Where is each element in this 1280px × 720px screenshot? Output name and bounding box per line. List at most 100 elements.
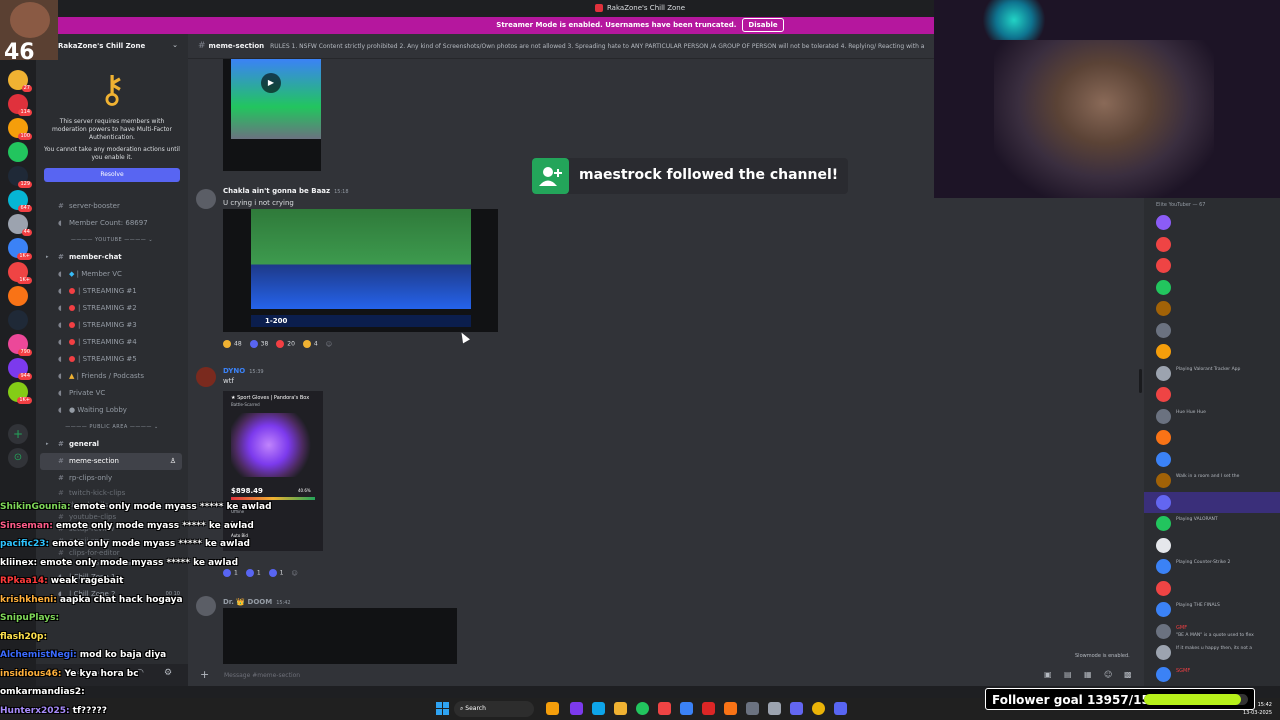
add-member-icon[interactable]: ♙ <box>170 453 176 470</box>
channel-rp-clips-only[interactable]: # rp-clips-only <box>36 470 188 487</box>
taskbar-app-icon[interactable] <box>680 702 693 715</box>
channel-member-count[interactable]: ◖ Member Count: 68697 <box>36 215 188 232</box>
category-public-area[interactable]: ———— PUBLIC AREA ———— ⌄ <box>36 419 188 436</box>
server-icon[interactable] <box>8 286 28 306</box>
server-icon[interactable]: 944 <box>8 358 32 380</box>
channel-waiting-lobby[interactable]: ◖ ● Waiting Lobby <box>36 402 188 419</box>
server-icon[interactable]: 790 <box>8 334 32 356</box>
member-item[interactable]: Hue Hue Hue <box>1144 406 1280 428</box>
member-item[interactable]: Playing VALORANT <box>1144 513 1280 535</box>
chrome-icon[interactable] <box>636 702 649 715</box>
server-icon[interactable]: 44 <box>8 214 32 236</box>
server-icon[interactable]: 647 <box>8 190 32 212</box>
message-author[interactable]: DYNO 15:39 <box>223 367 264 375</box>
reaction-chip[interactable]: 1 <box>268 569 283 577</box>
chrome-icon[interactable] <box>812 702 825 715</box>
channel-general[interactable]: ▸ # general <box>36 436 188 453</box>
member-item[interactable] <box>1144 427 1280 449</box>
channel-private-vc[interactable]: ◖ Private VC <box>36 385 188 402</box>
add-reaction-icon[interactable]: ☺ <box>291 570 297 577</box>
server-icon[interactable] <box>8 310 28 330</box>
channel-streaming-3[interactable]: ◖ | STREAMING #3 <box>36 317 188 334</box>
member-item[interactable] <box>1144 449 1280 471</box>
member-item[interactable]: Walk in a room and I set the <box>1144 470 1280 492</box>
member-item[interactable] <box>1144 491 1280 513</box>
server-icon[interactable]: 100 <box>8 118 32 140</box>
server-icon[interactable]: 1K+ <box>8 262 32 284</box>
channel-friends-podcasts[interactable]: ◖ ▲ | Friends / Podcasts <box>36 368 188 385</box>
gift-icon[interactable]: ▣ <box>1044 670 1052 679</box>
member-item[interactable]: Playing Counter-Strike 2 <box>1144 556 1280 578</box>
reaction-chip[interactable]: 1 <box>245 569 261 577</box>
video-embed[interactable] <box>223 608 457 664</box>
message-input[interactable]: Message #meme-section <box>224 672 300 679</box>
reaction-chip[interactable]: 20 <box>276 340 295 348</box>
taskbar-app-icon[interactable] <box>768 702 781 715</box>
brave-icon[interactable] <box>724 702 737 715</box>
channel-meme-section[interactable]: # meme-section ♙ <box>40 453 182 470</box>
apps-icon[interactable]: ▩ <box>1124 670 1132 679</box>
server-icon[interactable]: 114 <box>8 94 32 116</box>
member-item[interactable] <box>1144 298 1280 320</box>
gif-icon[interactable]: ▤ <box>1064 670 1072 679</box>
member-item[interactable] <box>1144 384 1280 406</box>
server-icon[interactable] <box>8 142 28 162</box>
member-item[interactable] <box>1144 212 1280 234</box>
server-icon[interactable]: 1K+ <box>8 382 32 404</box>
reaction-chip[interactable]: 38 <box>249 340 268 348</box>
avatar[interactable] <box>196 189 216 209</box>
member-item[interactable]: GMF "BE A MAN" is a quote used to flex <box>1144 621 1280 643</box>
taskbar-app-icon[interactable] <box>570 702 583 715</box>
member-item[interactable] <box>1144 234 1280 256</box>
channel-streaming-5[interactable]: ◖ | STREAMING #5 <box>36 351 188 368</box>
member-item[interactable] <box>1144 535 1280 557</box>
attach-plus-icon[interactable]: + <box>200 668 209 681</box>
channel-server-booster[interactable]: # server-booster <box>36 198 188 215</box>
sticker-icon[interactable]: ▦ <box>1084 670 1092 679</box>
emoji-icon[interactable]: ☺ <box>1104 670 1112 679</box>
scrollbar[interactable] <box>1139 369 1142 393</box>
channel-member-chat[interactable]: ▸ # member-chat <box>36 249 188 266</box>
message-author[interactable]: Chakla ain't gonna be Baaz 15:18 <box>223 187 349 195</box>
avatar[interactable] <box>196 367 216 387</box>
server-header[interactable]: RakaZone's Chill Zone ⌄ <box>36 34 188 58</box>
taskbar-app-icon[interactable] <box>746 702 759 715</box>
server-icon[interactable]: 27 <box>8 70 32 92</box>
member-item[interactable]: Playing THE FINALS <box>1144 599 1280 621</box>
taskbar-app-icon[interactable] <box>658 702 671 715</box>
windows-start-icon[interactable] <box>436 702 449 715</box>
member-item[interactable] <box>1144 341 1280 363</box>
image-attachment[interactable]: 1-200 <box>223 209 498 332</box>
edge-icon[interactable] <box>592 702 605 715</box>
member-item[interactable] <box>1144 255 1280 277</box>
taskbar-app-icon[interactable] <box>546 702 559 715</box>
add-server-icon[interactable]: + <box>8 424 28 444</box>
member-item[interactable] <box>1144 320 1280 342</box>
add-reaction-icon[interactable]: ☺ <box>326 341 332 348</box>
reaction-chip[interactable]: 1 <box>223 569 238 577</box>
server-icon[interactable]: 1K+ <box>8 238 32 260</box>
channel-member-vc[interactable]: ◖ ◆ | Member VC <box>36 266 188 283</box>
member-item[interactable]: Playing Valorant Tracker App <box>1144 363 1280 385</box>
discord-icon[interactable] <box>834 702 847 715</box>
channel-topic[interactable]: RULES 1. NSFW Content strictly prohibite… <box>270 43 924 50</box>
category-youtube[interactable]: ———— YOUTUBE ———— ⌄ <box>36 232 188 249</box>
taskbar-app-icon[interactable] <box>790 702 803 715</box>
taskbar-search[interactable]: ⌕ Search <box>454 701 534 717</box>
channel-streaming-2[interactable]: ◖ | STREAMING #2 <box>36 300 188 317</box>
channel-streaming-4[interactable]: ◖ | STREAMING #4 <box>36 334 188 351</box>
folder-icon[interactable] <box>614 702 627 715</box>
member-item[interactable]: SGMF <box>1144 664 1280 686</box>
member-item[interactable]: If it makes u happy then, its not a <box>1144 642 1280 664</box>
reaction-chip[interactable]: 4 <box>302 340 318 348</box>
server-icon[interactable]: 129 <box>8 166 32 188</box>
play-icon[interactable]: ▶ <box>261 73 281 93</box>
reaction-chip[interactable]: 48 <box>223 340 242 348</box>
taskbar-app-icon[interactable] <box>702 702 715 715</box>
member-item[interactable] <box>1144 578 1280 600</box>
discover-icon[interactable]: ⊙ <box>8 448 28 468</box>
channel-streaming-1[interactable]: ◖ | STREAMING #1 <box>36 283 188 300</box>
disable-streamer-mode-button[interactable]: Disable <box>742 18 784 32</box>
video-embed[interactable]: ▶ <box>223 59 321 171</box>
resolve-button[interactable]: Resolve <box>44 168 180 182</box>
